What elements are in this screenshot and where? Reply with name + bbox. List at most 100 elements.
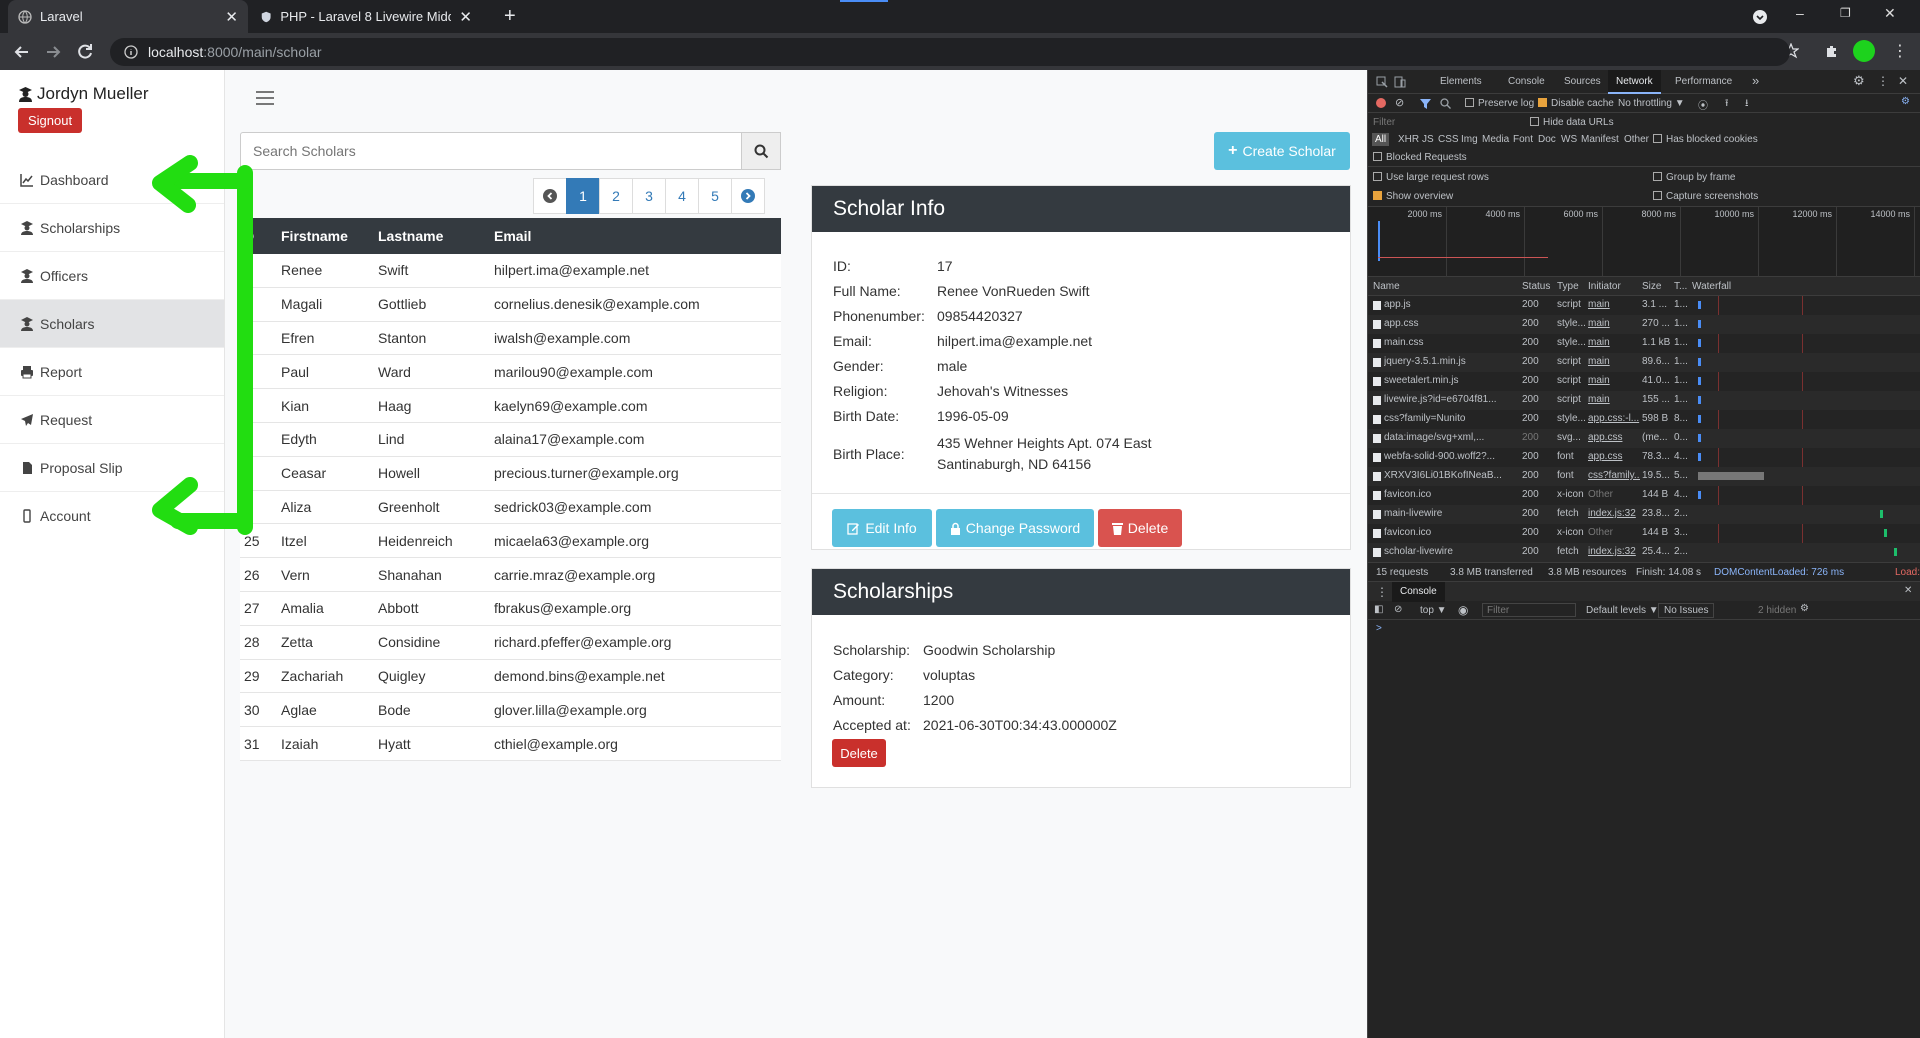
throttling-select[interactable]: No throttling ▼ [1618, 98, 1685, 109]
column-header-size[interactable]: Size [1642, 281, 1661, 292]
type-filter-js[interactable]: JS [1422, 134, 1434, 145]
next-page-button[interactable] [731, 178, 765, 214]
table-row[interactable]: 28 Zetta Considine richard.pfeffer@example.… [240, 626, 781, 660]
request-initiator[interactable]: main [1588, 375, 1640, 386]
close-tab-icon[interactable]: ✕ [225, 8, 238, 26]
search-input[interactable] [240, 132, 742, 170]
signout-button[interactable]: Signout [18, 108, 83, 133]
delete-scholar-button[interactable]: Delete [1098, 509, 1182, 547]
clear-console-icon[interactable]: ⊘ [1394, 604, 1402, 615]
console-prompt[interactable]: > [1376, 623, 1382, 634]
network-request-row[interactable]: app.css 200 style... main 270 ... 1... [1368, 315, 1920, 334]
column-header-type[interactable]: Type [1557, 281, 1579, 292]
profile-menu-icon[interactable] [1752, 9, 1768, 25]
table-row[interactable]: 27 Amalia Abbott fbrakus@example.org [240, 592, 781, 626]
console-settings-icon[interactable]: ⚙ [1800, 603, 1809, 614]
table-row[interactable]: 31 Izaiah Hyatt cthiel@example.org [240, 727, 781, 761]
has-blocked-cookies-checkbox[interactable]: Has blocked cookies [1653, 134, 1758, 145]
network-request-row[interactable]: favicon.ico 200 x-icon Other 144 B 4... [1368, 486, 1920, 505]
column-header-time[interactable]: T... [1674, 281, 1687, 292]
disable-cache-checkbox[interactable]: Disable cache [1538, 98, 1614, 109]
table-row[interactable]: 8 Magali Gottlieb cornelius.denesik@example… [240, 288, 781, 322]
network-request-row[interactable]: XRXV3I6Li01BKofINeaB... 200 font css?family… [1368, 467, 1920, 486]
table-row[interactable]: 29 Zachariah Quigley demond.bins@example.ne… [240, 660, 781, 694]
type-filter-img[interactable]: Img [1461, 134, 1478, 145]
create-scholar-button[interactable]: + Create Scholar [1214, 132, 1350, 170]
devtools-tab-sources[interactable]: Sources [1564, 76, 1601, 87]
table-row[interactable]: 3 Ceasar Howell precious.turner@example.org [240, 457, 781, 491]
request-initiator[interactable]: main [1588, 299, 1640, 310]
type-filter-other[interactable]: Other [1624, 134, 1649, 145]
network-request-row[interactable]: favicon.ico 200 x-icon Other 144 B 3... [1368, 524, 1920, 543]
device-toolbar-icon[interactable] [1394, 76, 1406, 88]
type-filter-ws[interactable]: WS [1561, 134, 1577, 145]
type-filter-media[interactable]: Media [1482, 134, 1509, 145]
table-row[interactable]: 25 Itzel Heidenreich micaela63@example.org [240, 524, 781, 559]
search-icon[interactable] [1440, 98, 1451, 109]
network-filter-input[interactable]: Filter [1373, 117, 1395, 128]
column-header-waterfall[interactable]: Waterfall [1692, 281, 1731, 292]
network-request-row[interactable]: data:image/svg+xml,... 200 svg... app.css (m… [1368, 429, 1920, 448]
clear-icon[interactable]: ⊘ [1395, 96, 1404, 109]
inspect-element-icon[interactable] [1376, 76, 1388, 88]
record-icon[interactable] [1376, 98, 1386, 108]
close-drawer-icon[interactable]: ✕ [1904, 585, 1912, 596]
levels-select[interactable]: Default levels ▼ [1586, 605, 1659, 616]
more-tabs-icon[interactable]: » [1752, 73, 1759, 88]
network-conditions-icon[interactable]: ⦿ [1698, 97, 1708, 112]
console-filter-input[interactable]: Filter [1482, 603, 1576, 617]
close-tab-icon[interactable]: ✕ [459, 8, 472, 26]
request-initiator[interactable]: app.css:-l... [1588, 413, 1640, 424]
network-request-row[interactable]: scholar-livewire 200 fetch index.js:32 25.4.… [1368, 543, 1920, 562]
page-button-5[interactable]: 5 [698, 178, 732, 214]
search-button[interactable] [741, 132, 781, 170]
table-row[interactable]: 26 Vern Shanahan carrie.mraz@example.org [240, 558, 781, 592]
type-filter-all[interactable]: All [1372, 133, 1390, 146]
info-icon[interactable] [124, 45, 138, 59]
browser-tab-laravel[interactable]: Laravel ✕ [8, 0, 248, 33]
minimize-icon[interactable]: – [1796, 5, 1804, 21]
table-row[interactable]: 0 Paul Ward marilou90@example.com [240, 355, 781, 390]
devtools-tab-console[interactable]: Console [1508, 76, 1545, 87]
devtools-tab-network[interactable]: Network [1608, 70, 1661, 94]
table-row[interactable]: 7 Renee Swift hilpert.ima@example.net [240, 254, 781, 288]
settings-gear-icon[interactable]: ⚙ [1853, 73, 1865, 89]
restore-icon[interactable]: ❐ [1840, 6, 1851, 20]
request-initiator[interactable]: main [1588, 356, 1640, 367]
network-request-row[interactable]: webfa-solid-900.woff2?... 200 font app.css 7… [1368, 448, 1920, 467]
network-request-row[interactable]: main-livewire 200 fetch index.js:32 23.8... 2… [1368, 505, 1920, 524]
hide-data-urls-checkbox[interactable]: Hide data URLs [1530, 117, 1614, 128]
network-request-row[interactable]: css?family=Nunito 200 style... app.css:-l..… [1368, 410, 1920, 429]
table-row[interactable]: 1 Kian Haag kaelyn69@example.com [240, 389, 781, 423]
export-har-icon[interactable]: ⭳ [1745, 96, 1749, 113]
context-select[interactable]: top ▼ [1420, 605, 1447, 616]
network-request-row[interactable]: app.js 200 script main 3.1 ... 1... [1368, 296, 1920, 315]
column-header-name[interactable]: Name [1373, 281, 1400, 292]
large-rows-checkbox[interactable]: Use large request rows [1373, 172, 1489, 183]
type-filter-xhr[interactable]: XHR [1398, 134, 1419, 145]
reload-icon[interactable] [75, 42, 95, 62]
page-button-3[interactable]: 3 [632, 178, 666, 214]
network-request-row[interactable]: main.css 200 style... main 1.1 kB 1... [1368, 334, 1920, 353]
request-initiator[interactable]: app.css [1588, 432, 1640, 443]
request-initiator[interactable]: app.css [1588, 451, 1640, 462]
delete-scholarship-button[interactable]: Delete [832, 739, 886, 767]
close-window-icon[interactable]: ✕ [1884, 5, 1896, 22]
request-initiator[interactable]: main [1588, 394, 1640, 405]
drawer-menu-icon[interactable]: ⋮ [1376, 585, 1388, 599]
devtools-tab-elements[interactable]: Elements [1440, 76, 1482, 87]
sidebar-toggle-icon[interactable]: ◧ [1374, 604, 1383, 615]
request-initiator[interactable]: css?family... [1588, 470, 1640, 481]
network-request-row[interactable]: sweetalert.min.js 200 script main 41.0... 1..… [1368, 372, 1920, 391]
prev-page-button[interactable] [533, 178, 567, 214]
forward-icon[interactable] [43, 42, 63, 62]
profile-avatar[interactable] [1853, 40, 1875, 62]
group-by-frame-checkbox[interactable]: Group by frame [1653, 172, 1735, 183]
type-filter-manifest[interactable]: Manifest [1581, 134, 1619, 145]
back-icon[interactable] [12, 42, 32, 62]
show-overview-checkbox[interactable]: Show overview [1373, 191, 1453, 202]
request-initiator[interactable]: Other [1588, 527, 1640, 538]
request-initiator[interactable]: index.js:32 [1588, 546, 1640, 557]
request-initiator[interactable]: index.js:32 [1588, 508, 1640, 519]
page-button-1[interactable]: 1 [566, 178, 600, 214]
